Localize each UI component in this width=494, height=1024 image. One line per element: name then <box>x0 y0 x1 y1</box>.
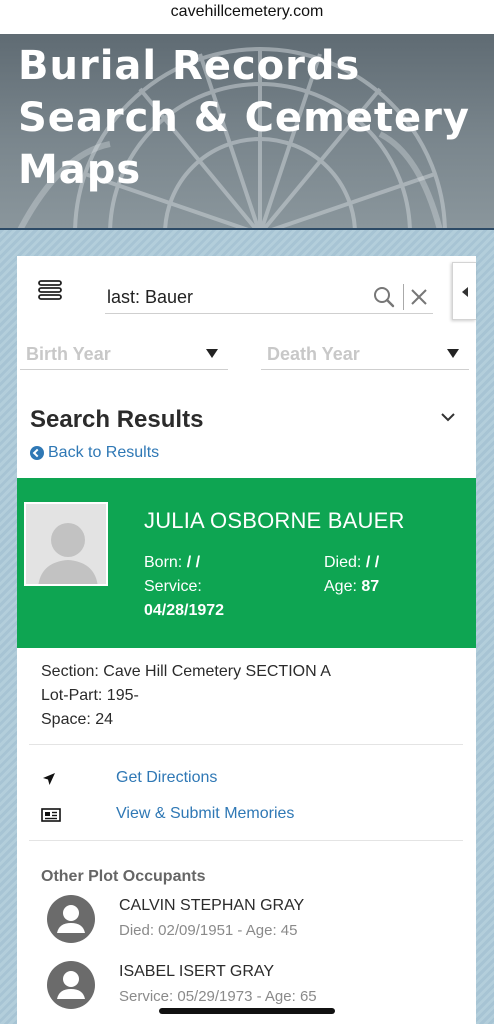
browser-url-bar[interactable]: cavehillcemetery.com <box>0 0 494 34</box>
chevron-down-icon[interactable] <box>439 410 457 424</box>
chevron-down-icon <box>447 349 459 358</box>
user-icon <box>57 905 85 933</box>
birth-year-select[interactable]: Birth Year <box>20 342 228 370</box>
hero-title: Burial Records Search & Cemetery Maps <box>18 43 470 193</box>
divider <box>29 840 463 841</box>
user-icon <box>57 971 85 999</box>
died-value: / / <box>365 554 380 571</box>
back-to-results-link[interactable]: Back to Results <box>30 444 159 462</box>
birth-year-label: Birth Year <box>26 344 111 364</box>
chevron-down-icon <box>206 349 218 358</box>
death-year-label: Death Year <box>267 344 360 364</box>
age-label: Age: <box>324 578 357 595</box>
search-input[interactable] <box>105 282 365 312</box>
divider <box>29 744 463 745</box>
list-item[interactable]: CALVIN STEPHAN GRAY Died: 02/09/1951 - A… <box>47 895 447 945</box>
record-card: JULIA OSBORNE BAUER Born: / / Died: / / … <box>17 478 476 648</box>
died-field: Died: / / <box>324 554 379 572</box>
avatar <box>24 502 108 586</box>
occupant-name: CALVIN STEPHAN GRAY <box>119 897 305 914</box>
person-placeholder-icon <box>26 504 106 584</box>
hero-banner: Burial Records Search & Cemetery Maps <box>0 34 494 230</box>
died-label: Died: <box>324 554 362 571</box>
search-box <box>105 282 433 314</box>
side-panel-toggle[interactable] <box>452 262 476 320</box>
location-arrow-icon <box>43 773 55 785</box>
occupant-name: ISABEL ISERT GRAY <box>119 963 275 980</box>
back-to-results-label: Back to Results <box>48 444 160 461</box>
born-value: / / <box>186 554 201 571</box>
occupant-detail: Died: 02/09/1951 - Age: 45 <box>119 922 298 939</box>
search-divider <box>403 284 404 310</box>
lot-part-text: Lot-Part: 195- <box>41 687 139 704</box>
born-field: Born: / / <box>144 554 200 572</box>
death-year-select[interactable]: Death Year <box>261 342 469 370</box>
avatar <box>47 895 95 943</box>
newspaper-icon <box>41 808 61 822</box>
url-text[interactable]: cavehillcemetery.com <box>171 3 324 20</box>
clear-icon[interactable] <box>409 287 429 307</box>
occupant-detail: Service: 05/29/1973 - Age: 65 <box>119 988 317 1005</box>
back-arrow-icon <box>30 446 44 460</box>
service-value: 04/28/1972 <box>144 602 225 619</box>
age-field: Age: 87 <box>324 578 379 596</box>
view-memories-row[interactable]: View & Submit Memories <box>41 802 294 828</box>
get-directions-link[interactable]: Get Directions <box>116 769 217 787</box>
born-label: Born: <box>144 554 183 571</box>
service-label: Service: <box>144 578 202 595</box>
record-name: JULIA OSBORNE BAUER <box>144 508 405 533</box>
search-panel: Birth Year Death Year Search Results Bac… <box>17 256 476 1024</box>
get-directions-row[interactable]: Get Directions <box>41 766 217 792</box>
space-text: Space: 24 <box>41 711 114 728</box>
results-title: Search Results <box>30 406 204 433</box>
age-value: 87 <box>361 578 380 595</box>
view-memories-link[interactable]: View & Submit Memories <box>116 805 294 823</box>
plot-details: Section: Cave Hill Cemetery SECTION A Lo… <box>41 660 331 732</box>
home-indicator[interactable] <box>159 1008 335 1014</box>
menu-icon[interactable] <box>38 280 62 300</box>
avatar <box>47 961 95 1009</box>
search-icon[interactable] <box>373 286 395 308</box>
list-item[interactable]: ISABEL ISERT GRAY Service: 05/29/1973 - … <box>47 961 447 1011</box>
other-occupants-title: Other Plot Occupants <box>41 868 206 885</box>
section-text: Section: Cave Hill Cemetery SECTION A <box>41 663 331 680</box>
caret-left-icon <box>462 287 468 297</box>
